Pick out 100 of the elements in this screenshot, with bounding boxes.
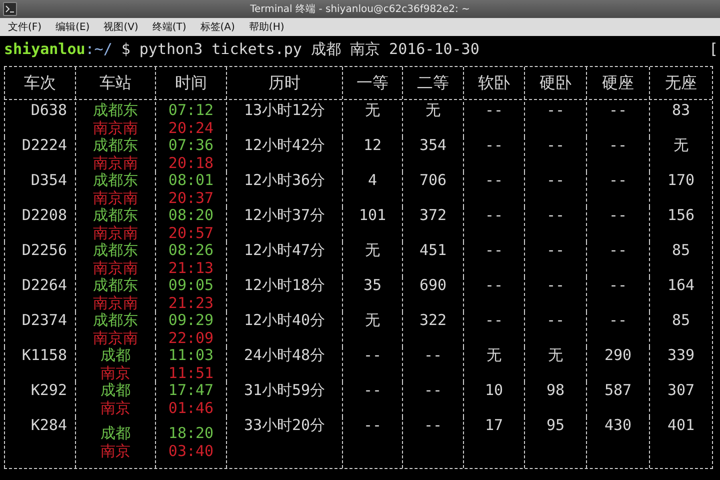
- table-cell: 430: [604, 417, 632, 434]
- table-cell: 20:18: [168, 154, 214, 172]
- column-header: 车次: [24, 72, 56, 94]
- column-header: 硬座: [602, 72, 634, 94]
- terminal-icon: [3, 2, 17, 16]
- table-cell: 31小时59分: [244, 382, 326, 400]
- column-header: 时间: [175, 72, 207, 94]
- table-cell: --: [484, 137, 504, 154]
- table-cell: 03:40: [168, 442, 214, 460]
- table-cell: 无: [548, 347, 563, 364]
- table-cell: --: [608, 207, 628, 224]
- menu-item[interactable]: 标签(A): [200, 20, 235, 34]
- table-cell: --: [484, 277, 504, 294]
- table-cell: 无: [365, 102, 380, 120]
- table-cell: --: [424, 417, 442, 434]
- table-cell: K1158: [22, 347, 67, 364]
- table-cell: 无: [426, 102, 440, 120]
- table-cell: 20:37: [168, 190, 214, 207]
- table-cell: 33小时20分: [244, 417, 326, 434]
- table-cell: 无: [365, 242, 380, 260]
- table-cell: --: [546, 172, 565, 190]
- table-cell: 13小时12分: [244, 102, 326, 120]
- table-cell: 07:12: [168, 102, 214, 120]
- table-cell: --: [546, 102, 565, 120]
- table-cell: 98: [546, 382, 565, 400]
- table-cell: K284: [30, 417, 67, 434]
- table-cell: 成都东: [93, 242, 138, 260]
- column-header: 二等: [417, 72, 449, 94]
- table-cell: 无: [674, 137, 688, 154]
- table-cell: --: [608, 172, 628, 190]
- menu-item[interactable]: 终端(T): [152, 20, 186, 34]
- table-cell: 成都东: [93, 277, 138, 294]
- table-cell: 85: [672, 312, 690, 330]
- table-cell: --: [546, 277, 565, 294]
- table-cell: --: [608, 137, 628, 154]
- menu-item[interactable]: 帮助(H): [248, 20, 284, 34]
- table-cell: 09:05: [168, 277, 214, 294]
- menu-item[interactable]: 文件(F): [8, 20, 42, 34]
- table-cell: --: [546, 242, 565, 260]
- table-cell: --: [608, 102, 628, 120]
- table-cell: 20:57: [168, 224, 214, 242]
- table-cell: 17:47: [168, 382, 214, 400]
- table-cell: 170: [667, 172, 695, 190]
- table-cell: 21:13: [168, 260, 214, 277]
- table-cell: 01:46: [168, 400, 214, 417]
- cut-off-text: [: [708, 40, 718, 58]
- table-cell: 690: [419, 277, 447, 294]
- table-cell: 17: [484, 417, 504, 434]
- table-cell: 南京南: [93, 190, 138, 207]
- table-cell: D2374: [22, 312, 67, 330]
- table-cell: 20:24: [168, 120, 214, 137]
- table-cell: 南京南: [93, 120, 138, 137]
- table-cell: --: [608, 242, 628, 260]
- table-cell: D2224: [22, 137, 67, 154]
- table-cell: 22:09: [168, 330, 214, 347]
- table-cell: 401: [667, 417, 695, 434]
- column-header: 无座: [665, 72, 697, 94]
- table-cell: 成都东: [93, 172, 138, 190]
- table-cell: 12: [363, 137, 382, 154]
- table-cell: --: [363, 382, 382, 400]
- table-cell: 南京南: [93, 260, 138, 277]
- prompt-user: shiyanlou: [4, 40, 86, 58]
- table-cell: 35: [363, 277, 382, 294]
- table-cell: 164: [667, 277, 695, 294]
- table-cell: --: [424, 347, 442, 364]
- table-cell: 08:01: [168, 172, 214, 190]
- table-cell: 290: [604, 347, 632, 364]
- prompt-symbol: $: [121, 40, 130, 58]
- table-cell: D2208: [22, 207, 67, 224]
- table-cell: K292: [30, 382, 67, 400]
- table-cell: 12小时40分: [244, 312, 326, 330]
- table-cell: 成都东: [93, 312, 138, 330]
- table-cell: 成都东: [93, 207, 138, 224]
- table-cell: 12小时47分: [244, 242, 326, 260]
- table-cell: 21:23: [168, 294, 214, 312]
- table-cell: 85: [672, 242, 690, 260]
- table-cell: 07:36: [168, 137, 214, 154]
- table-cell: --: [484, 242, 504, 260]
- table-cell: 95: [546, 417, 565, 434]
- column-header: 硬卧: [540, 72, 572, 94]
- command-text: python3 tickets.py 成都 南京 2016-10-30: [139, 40, 480, 58]
- table-cell: --: [546, 137, 565, 154]
- table-cell: D2264: [22, 277, 67, 294]
- table-cell: 12小时18分: [244, 277, 326, 294]
- table-cell: --: [484, 207, 504, 224]
- menu-item[interactable]: 视图(V): [104, 20, 138, 34]
- table-cell: 无: [486, 347, 502, 364]
- table-cell: 南京: [100, 364, 130, 382]
- table-cell: --: [363, 347, 382, 364]
- column-header: 历时: [268, 72, 300, 94]
- table-cell: D354: [30, 172, 67, 190]
- table-cell: --: [424, 382, 442, 400]
- table-cell: 无: [365, 312, 380, 330]
- table-cell: 南京: [100, 400, 130, 417]
- table-cell: 10: [484, 382, 504, 400]
- table-cell: 08:20: [168, 207, 214, 224]
- column-header: 一等: [356, 72, 388, 94]
- table-cell: --: [546, 207, 565, 224]
- menu-item[interactable]: 编辑(E): [56, 20, 90, 34]
- table-cell: 339: [667, 347, 695, 364]
